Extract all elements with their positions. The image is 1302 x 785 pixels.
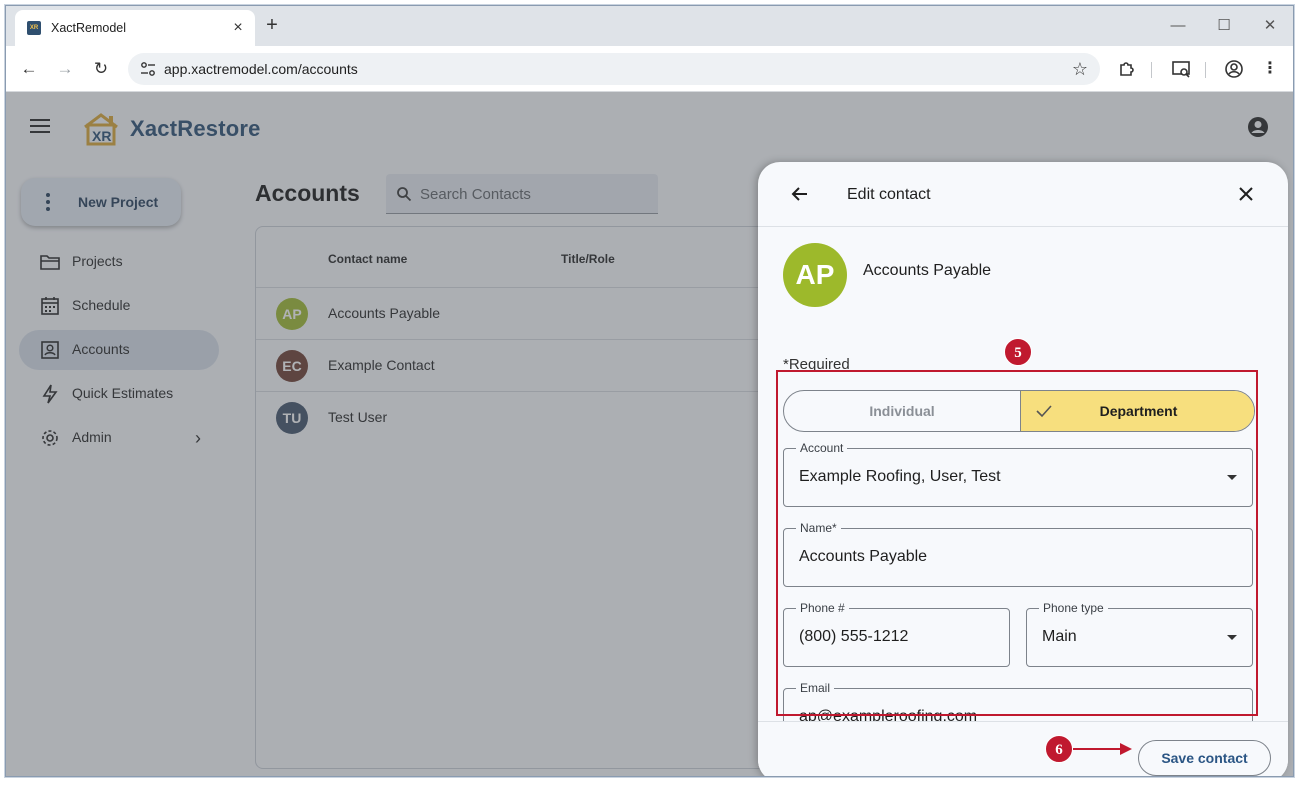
tab-title: XactRemodel xyxy=(51,21,127,35)
search-input[interactable] xyxy=(420,174,650,214)
name-label: Name* xyxy=(796,520,841,536)
contact-avatar: AP xyxy=(783,243,847,307)
sidebar-item-label: Admin xyxy=(72,429,112,445)
new-project-button[interactable]: New Project xyxy=(21,178,181,226)
account-label: Account xyxy=(796,440,848,456)
new-tab-icon[interactable]: + xyxy=(261,15,283,37)
favicon-icon: XR xyxy=(27,21,41,35)
phone-type-select[interactable]: Phone type Main xyxy=(1026,600,1253,667)
phone-type-value: Main xyxy=(1042,628,1077,645)
drawer-header: Edit contact xyxy=(758,162,1288,227)
account-value: Example Roofing, User, Test xyxy=(799,468,1001,485)
dropdown-caret-icon xyxy=(1227,635,1237,640)
more-vert-icon xyxy=(46,193,50,211)
department-option-label: Department xyxy=(1099,403,1178,419)
check-icon xyxy=(1036,405,1052,418)
phone-field[interactable]: Phone # (800) 555-1212 xyxy=(783,600,1010,667)
browser-window: XR XactRemodel × + — ☐ ✕ ← → ↻ app.xactr… xyxy=(5,5,1294,777)
toolbar-separator xyxy=(1151,62,1152,78)
phone-type-label: Phone type xyxy=(1039,600,1108,616)
app-logo-text: XactRestore xyxy=(130,116,261,141)
window-close-icon[interactable]: ✕ xyxy=(1257,15,1283,37)
new-project-label: New Project xyxy=(78,194,159,210)
bookmark-star-icon[interactable]: ☆ xyxy=(1072,59,1088,80)
phone-label: Phone # xyxy=(796,600,849,616)
sidebar-item-projects[interactable]: Projects xyxy=(19,242,219,282)
step-6-arrow-head xyxy=(1120,743,1132,755)
sidebar-item-label: Projects xyxy=(72,253,123,269)
contacts-table: Contact name Title/Role AP Accounts Paya… xyxy=(255,226,775,769)
site-settings-icon[interactable] xyxy=(140,61,156,77)
profile-icon[interactable] xyxy=(1222,57,1246,81)
folder-icon xyxy=(40,255,60,270)
sidebar-item-quick-estimates[interactable]: Quick Estimates xyxy=(19,374,219,414)
table-row[interactable]: TU Test User xyxy=(256,391,774,443)
contact-name: Example Contact xyxy=(328,357,435,373)
drawer-title: Edit contact xyxy=(847,186,931,203)
chevron-right-icon: › xyxy=(195,428,201,448)
sidebar-item-label: Accounts xyxy=(72,341,130,357)
edit-contact-drawer: Edit contact AP Accounts Payable *Requir… xyxy=(758,162,1288,776)
reload-icon[interactable]: ↻ xyxy=(89,57,113,81)
forward-nav-icon[interactable]: → xyxy=(53,57,77,81)
individual-option[interactable]: Individual xyxy=(784,391,1020,431)
column-header-title-role[interactable]: Title/Role xyxy=(561,252,615,266)
sidebar-item-label: Quick Estimates xyxy=(72,385,174,401)
minimize-icon[interactable]: — xyxy=(1165,15,1191,37)
tab-strip: XR XactRemodel × + — ☐ ✕ xyxy=(6,6,1293,46)
gear-icon xyxy=(42,430,58,446)
save-contact-button[interactable]: Save contact xyxy=(1138,740,1271,776)
calendar-icon xyxy=(41,297,59,315)
search-contacts[interactable] xyxy=(386,174,658,214)
avatar: TU xyxy=(276,402,308,434)
extensions-icon[interactable] xyxy=(1115,57,1139,81)
dropdown-caret-icon xyxy=(1227,475,1237,480)
toolbar-separator xyxy=(1205,62,1206,78)
department-option[interactable]: Department xyxy=(1020,391,1254,431)
close-icon[interactable] xyxy=(1234,182,1258,206)
back-nav-icon[interactable]: ← xyxy=(17,57,41,81)
browser-toolbar: ← → ↻ app.xactremodel.com/accounts ☆ ⋮ xyxy=(6,46,1293,92)
app-header: XR XactRestore xyxy=(6,92,1293,162)
name-field[interactable]: Name* Accounts Payable xyxy=(783,520,1253,587)
account-select[interactable]: Account Example Roofing, User, Test xyxy=(783,440,1253,507)
kebab-menu-icon[interactable]: ⋮ xyxy=(1258,57,1282,81)
app-viewport: XR XactRestore New Project Projects Sche… xyxy=(6,92,1293,776)
lightning-icon xyxy=(42,384,58,404)
url-text: app.xactremodel.com/accounts xyxy=(164,61,358,77)
name-value: Accounts Payable xyxy=(799,548,928,565)
cast-search-icon[interactable] xyxy=(1169,57,1193,81)
step-6-badge: 6 xyxy=(1045,735,1073,763)
email-label: Email xyxy=(796,680,835,696)
search-icon xyxy=(397,187,412,202)
address-bar[interactable]: app.xactremodel.com/accounts ☆ xyxy=(128,53,1100,85)
contact-type-toggle: Individual Department xyxy=(783,390,1255,432)
phone-value: (800) 555-1212 xyxy=(799,628,909,645)
contact-display-name: Accounts Payable xyxy=(863,262,992,279)
table-row[interactable]: EC Example Contact xyxy=(256,339,774,391)
avatar: AP xyxy=(276,298,308,330)
drawer-footer: Save contact xyxy=(758,721,1288,776)
table-row[interactable]: AP Accounts Payable xyxy=(256,287,774,339)
logo-mark-text: XR xyxy=(92,128,112,144)
sidebar-item-schedule[interactable]: Schedule xyxy=(19,286,219,326)
step-5-badge: 5 xyxy=(1004,338,1032,366)
browser-tab[interactable]: XR XactRemodel × xyxy=(15,10,255,46)
sidebar-item-admin[interactable]: Admin › xyxy=(19,418,219,458)
tab-close-icon[interactable]: × xyxy=(229,19,247,37)
sidebar-item-accounts[interactable]: Accounts xyxy=(19,330,219,370)
maximize-icon[interactable]: ☐ xyxy=(1211,15,1237,37)
required-note: *Required xyxy=(783,356,850,373)
sidebar-item-label: Schedule xyxy=(72,297,131,313)
contact-name: Test User xyxy=(328,409,388,425)
back-arrow-icon[interactable] xyxy=(788,182,812,206)
step-6-arrow xyxy=(1073,748,1123,750)
contacts-icon xyxy=(41,341,59,359)
contact-name: Accounts Payable xyxy=(328,305,441,321)
user-account-icon[interactable] xyxy=(1247,116,1269,138)
hamburger-menu-icon[interactable] xyxy=(30,119,50,133)
column-header-contact-name[interactable]: Contact name xyxy=(328,252,407,266)
page-title: Accounts xyxy=(255,180,360,206)
avatar: EC xyxy=(276,350,308,382)
